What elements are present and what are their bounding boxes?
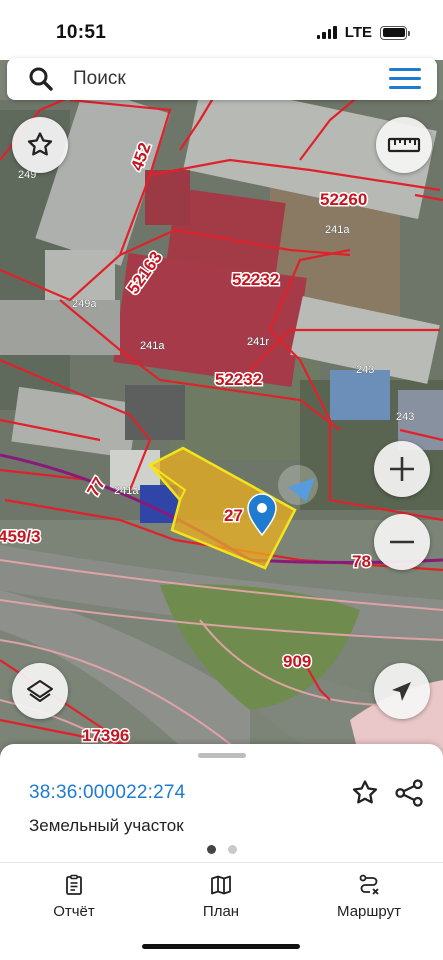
ruler-button[interactable] — [376, 117, 432, 173]
hamburger-menu-icon[interactable] — [389, 68, 421, 90]
parcel-label: 52260 — [320, 190, 367, 209]
building-label: 241r — [247, 336, 269, 348]
status-indicators: LTE — [316, 24, 410, 41]
layers-button[interactable] — [12, 663, 68, 719]
parcel-label: 909 — [283, 652, 311, 671]
nav-route[interactable]: Маршрут — [314, 873, 424, 920]
building-label: 241a — [140, 340, 165, 352]
parcel-label: 459/3 — [0, 527, 41, 546]
search-bar[interactable]: Поиск — [7, 58, 437, 100]
parcel-label: 17396 — [82, 726, 129, 745]
parcel-type-label: Земельный участок — [29, 816, 184, 835]
parcel-info-sheet[interactable]: 38:36:000022:274 Земельный участок — [0, 744, 443, 864]
clipboard-icon — [66, 874, 82, 895]
signal-icon — [316, 26, 337, 39]
parcel-label: 27 — [224, 506, 243, 525]
page-indicator — [207, 845, 237, 854]
bottom-navigation: Отчёт План Маршрут — [0, 862, 443, 960]
map-view[interactable]: 452 52260 52163 52232 52232 77 27 459/3 … — [0, 60, 443, 760]
navigation-arrow-icon — [392, 682, 411, 701]
home-indicator[interactable] — [142, 944, 300, 949]
plus-icon — [390, 457, 414, 481]
share-icon[interactable] — [394, 778, 424, 808]
favorite-parcel-star-icon[interactable] — [350, 778, 380, 808]
building-label: 243 — [396, 411, 414, 423]
building-label: 243 — [356, 364, 374, 376]
favorite-button[interactable] — [12, 117, 68, 173]
page-dot[interactable] — [228, 845, 237, 854]
nav-plan[interactable]: План — [166, 873, 276, 920]
parcel-cadastral-number[interactable]: 38:36:000022:274 — [29, 782, 185, 804]
search-icon[interactable] — [28, 66, 54, 92]
sheet-drag-handle[interactable] — [198, 753, 246, 758]
parcel-label: 78 — [352, 552, 371, 571]
nav-route-label: Маршрут — [337, 903, 401, 920]
building-label: 249a — [72, 298, 97, 310]
layers-icon — [27, 680, 53, 702]
building-label: 241a — [114, 485, 139, 497]
network-type: LTE — [344, 24, 372, 41]
nav-report-label: Отчёт — [53, 903, 95, 920]
parcel-label: 52232 — [232, 270, 279, 289]
star-icon — [27, 132, 53, 156]
ruler-icon — [387, 137, 421, 153]
status-time: 10:51 — [56, 22, 107, 43]
minus-icon — [390, 540, 414, 544]
nav-plan-label: План — [202, 903, 240, 920]
search-input[interactable]: Поиск — [73, 68, 126, 90]
map-icon — [211, 875, 231, 895]
route-icon — [359, 874, 379, 895]
parcel-label: 52232 — [215, 370, 262, 389]
map-canvas[interactable]: 452 52260 52163 52232 52232 77 27 459/3 … — [0, 60, 443, 760]
zoom-in-button[interactable] — [374, 441, 430, 497]
page-dot-active — [207, 845, 216, 854]
nav-report[interactable]: Отчёт — [19, 873, 129, 920]
battery-icon — [380, 25, 410, 40]
zoom-out-button[interactable] — [374, 514, 430, 570]
status-bar: 10:51 LTE — [0, 0, 443, 62]
my-location-button[interactable] — [374, 663, 430, 719]
building-label: 241a — [325, 224, 350, 236]
